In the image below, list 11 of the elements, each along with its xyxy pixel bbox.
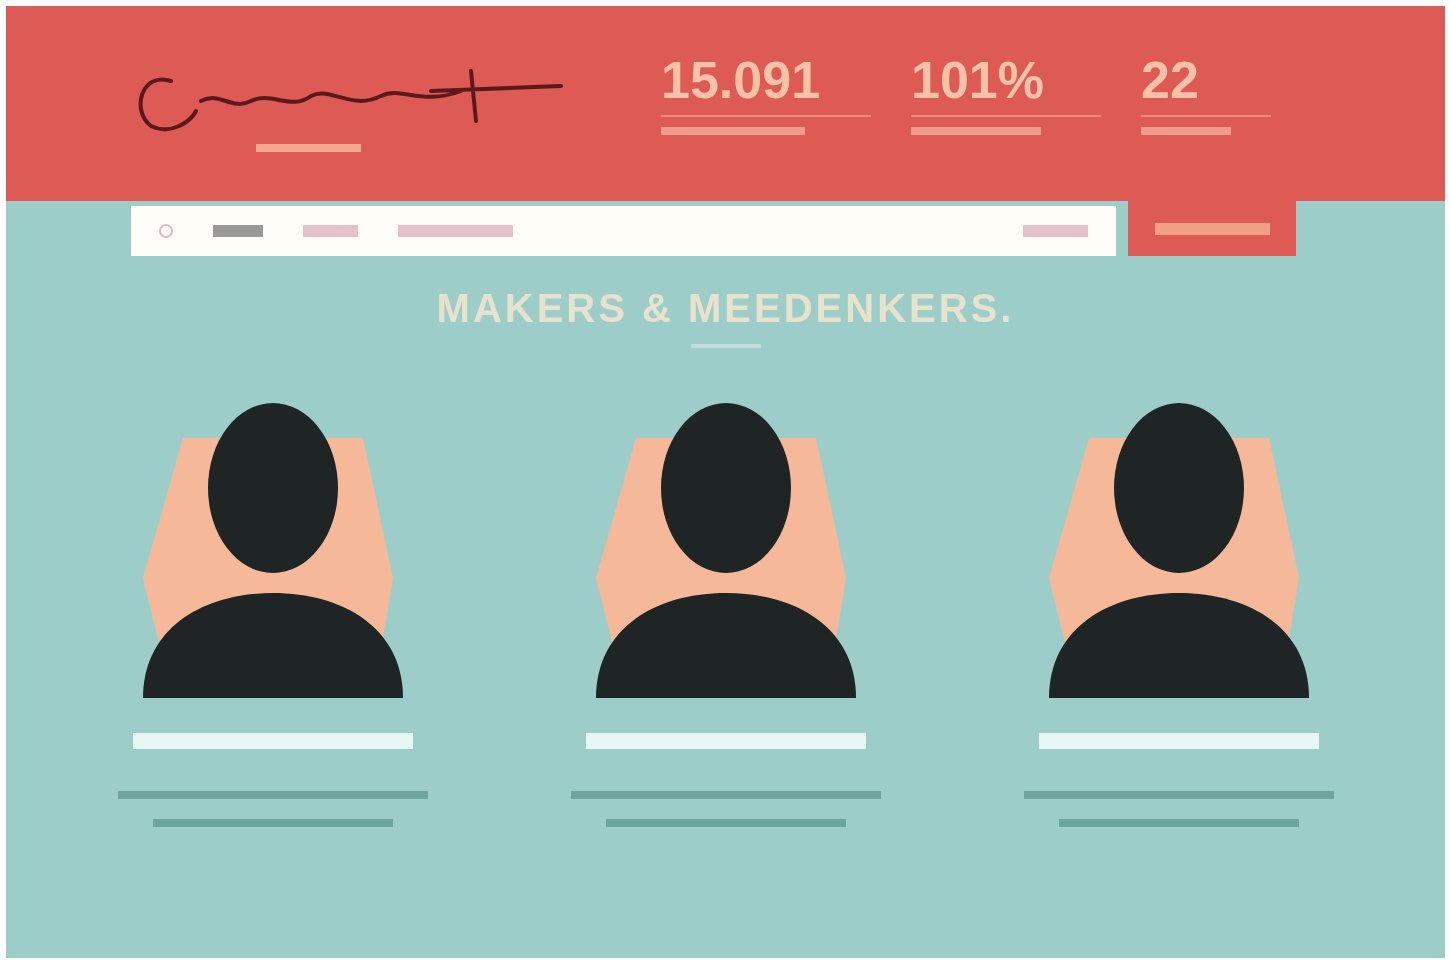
section-heading: MAKERS & MEEDENKERS.: [435, 285, 1016, 332]
nav-link-bar[interactable]: [1023, 225, 1088, 237]
stat-value: 22: [1141, 51, 1200, 109]
stat-value: 101%: [911, 51, 1045, 109]
header-button[interactable]: [1128, 201, 1296, 256]
nav-link-bar[interactable]: [213, 225, 263, 237]
stat-value: 15.091: [661, 51, 822, 109]
heading-underline: [690, 344, 761, 348]
nav-icon[interactable]: [159, 224, 173, 238]
nav-link-bar[interactable]: [303, 225, 358, 237]
nav-link-bar[interactable]: [398, 225, 513, 237]
